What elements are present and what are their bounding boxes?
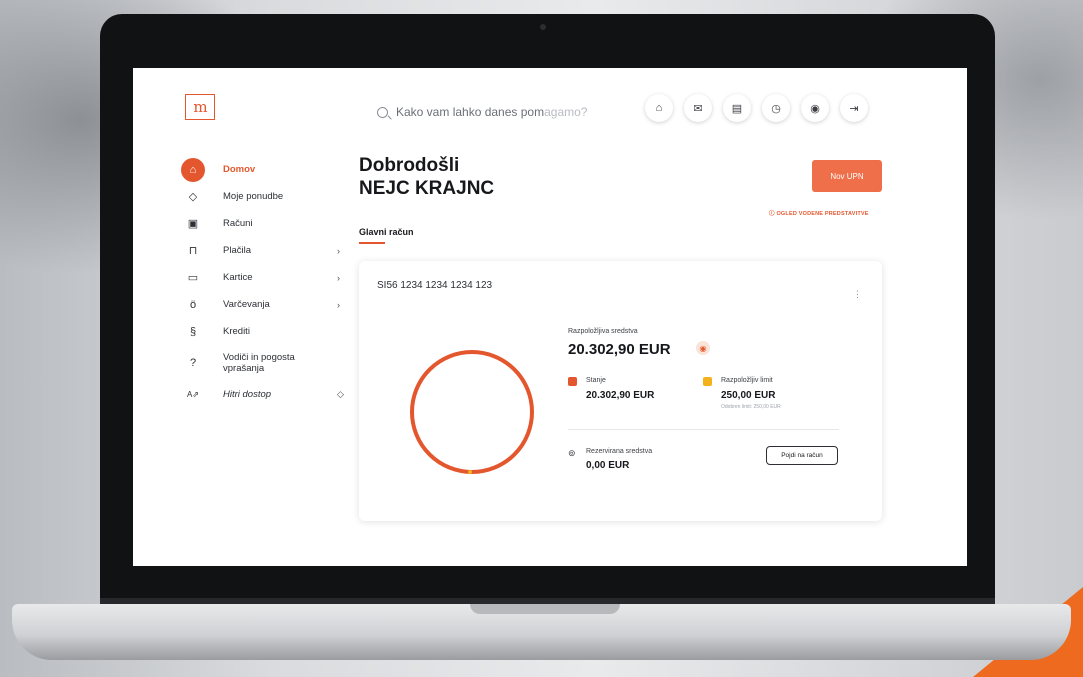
payment-icon: ⊓ [188, 245, 198, 257]
available-funds-amount: 20.302,90 EUR [568, 341, 671, 358]
sidebar-item-label: Kartice [223, 272, 253, 283]
user-icon[interactable]: ◉ [801, 94, 829, 122]
camera-icon [540, 24, 546, 30]
help-icon: ? [189, 357, 197, 369]
app-screen: m Kako vam lahko danes pomagamo? ⌂ ✉ ▤ ◷… [133, 68, 967, 566]
top-icon-bar: ⌂ ✉ ▤ ◷ ◉ ⇥ [645, 94, 868, 122]
new-upn-button[interactable]: Nov UPN [812, 160, 882, 192]
search-icon [377, 106, 388, 118]
limit-icon [703, 377, 712, 386]
balance-label: Stanje [586, 377, 606, 384]
donut-marker [468, 470, 472, 474]
account-card: SI56 1234 1234 1234 123 ⋮ Razpoložljiva … [359, 261, 882, 521]
search-bar[interactable]: Kako vam lahko danes pomagamo? [377, 102, 587, 122]
limit-amount: 250,00 EUR [721, 390, 776, 401]
more-options-icon[interactable]: ⋮ [853, 289, 862, 300]
go-to-account-button[interactable]: Pojdi na račun [766, 446, 838, 465]
credit-icon: § [189, 325, 197, 338]
approved-limit: Odobren limit: 250,00 EUR [721, 404, 781, 410]
logo-text: m [193, 98, 207, 116]
bank-logo[interactable]: m [185, 94, 215, 120]
logout-icon[interactable]: ⇥ [840, 94, 868, 122]
laptop-notch [470, 604, 620, 614]
reserved-amount: 0,00 EUR [586, 460, 630, 471]
sidebar-item-hitri-dostop[interactable]: A⇗ Hitri dostop ◇ [183, 381, 353, 408]
sidebar-nav: ⌂ Domov ◇ Moje ponudbe ▣ Računi ⊓ Plačil… [181, 156, 353, 408]
guided-tour-link[interactable]: ⓘ OGLED VODENE PREDSTAVITVE [769, 209, 869, 217]
sidebar-item-placila[interactable]: ⊓ Plačila › [183, 237, 353, 264]
tab-main-account[interactable]: Glavni račun [359, 227, 414, 237]
available-funds-label: Razpoložljiva sredstva [568, 328, 638, 335]
home-icon: ⌂ [181, 157, 205, 182]
chevron-right-icon: › [337, 299, 340, 310]
tab-active-indicator [359, 242, 385, 244]
timer-icon[interactable]: ◷ [762, 94, 790, 122]
sidebar-item-varcevanja[interactable]: ö Varčevanja › [183, 291, 353, 318]
user-name: NEJC KRAJNC [359, 178, 495, 199]
sidebar-item-moje-ponudbe[interactable]: ◇ Moje ponudbe [183, 183, 353, 210]
wallet-icon: ▣ [187, 218, 199, 230]
mail-icon[interactable]: ✉ [684, 94, 712, 122]
eye-icon[interactable]: ◉ [696, 341, 710, 355]
balance-amount: 20.302,90 EUR [586, 390, 655, 401]
sidebar-item-label: Krediti [223, 326, 250, 337]
reserved-icon: ⊚ [568, 448, 576, 458]
welcome-line: Dobrodošli [359, 155, 460, 176]
sidebar-item-label: Varčevanja [223, 299, 270, 310]
limit-label: Razpoložljiv limit [721, 377, 773, 384]
divider [568, 429, 839, 430]
sidebar-item-label: Računi [223, 218, 253, 229]
sidebar-item-domov[interactable]: ⌂ Domov [181, 156, 353, 183]
balance-donut-chart [410, 350, 534, 474]
savings-icon: ö [189, 298, 197, 311]
donut-ring [410, 350, 534, 474]
sidebar-item-racuni[interactable]: ▣ Računi [183, 210, 353, 237]
document-icon[interactable]: ▤ [723, 94, 751, 122]
chevron-right-icon: › [337, 245, 340, 256]
balance-icon [568, 377, 577, 386]
reserved-label: Rezervirana sredstva [586, 448, 653, 455]
chevron-updown-icon: ◇ [337, 389, 344, 399]
sidebar-item-vodici[interactable]: ? Vodiči in pogosta vprašanja [183, 345, 353, 381]
quick-access-icon: A⇗ [186, 390, 200, 399]
sidebar-item-label: Plačila [223, 245, 251, 256]
card-icon: ▭ [187, 272, 199, 284]
guided-tour-label: OGLED VODENE PREDSTAVITVE [776, 211, 869, 217]
sidebar-item-krediti[interactable]: § Krediti [183, 318, 353, 345]
account-iban: SI56 1234 1234 1234 123 [377, 280, 493, 291]
search-placeholder-faded: agamo? [544, 105, 588, 119]
tag-icon: ◇ [188, 191, 198, 203]
home-alert-icon[interactable]: ⌂ [645, 94, 673, 122]
search-placeholder: Kako vam lahko danes pomagamo? [396, 105, 587, 119]
chevron-right-icon: › [337, 272, 340, 283]
sidebar-item-label: Vodiči in pogosta vprašanja [223, 352, 295, 374]
search-placeholder-main: Kako vam lahko danes pom [396, 105, 545, 119]
sidebar-item-label: Moje ponudbe [223, 191, 284, 202]
welcome-heading: Dobrodošli NEJC KRAJNC [359, 154, 494, 200]
sidebar-item-kartice[interactable]: ▭ Kartice › [183, 264, 353, 291]
sidebar-item-label: Domov [223, 164, 256, 175]
sidebar-item-label: Hitri dostop [223, 389, 272, 400]
